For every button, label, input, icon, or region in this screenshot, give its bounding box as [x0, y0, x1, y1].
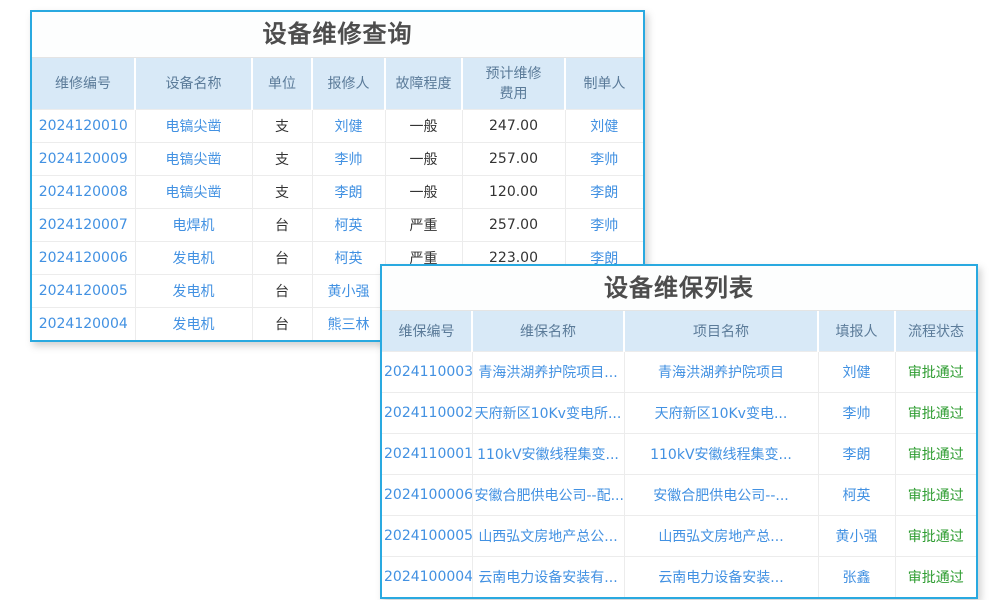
cell-link[interactable]: 李帅 [312, 142, 385, 175]
cell-link[interactable]: 电镐尖凿 [135, 142, 252, 175]
cell-link[interactable]: 电镐尖凿 [135, 109, 252, 142]
cell-link[interactable]: 110kV安徽线程集变... [624, 433, 818, 474]
column-header: 维修编号 [32, 58, 135, 109]
cell-link[interactable]: 安徽合肥供电公司--配... [472, 474, 624, 515]
cell-text: 一般 [385, 142, 462, 175]
cell-link[interactable]: 刘健 [565, 109, 643, 142]
cell-link[interactable]: 2024120008 [32, 175, 135, 208]
cell-link[interactable]: 2024110001 [382, 433, 472, 474]
cell-text: 257.00 [462, 208, 565, 241]
cell-link[interactable]: 2024120009 [32, 142, 135, 175]
column-header: 流程状态 [895, 311, 976, 351]
cell-text: 247.00 [462, 109, 565, 142]
cell-link[interactable]: 2024120006 [32, 241, 135, 274]
column-header: 制单人 [565, 58, 643, 109]
cell-link[interactable]: 李朗 [818, 433, 895, 474]
cell-status: 审批通过 [895, 392, 976, 433]
cell-link[interactable]: 黄小强 [818, 515, 895, 556]
column-header: 单位 [252, 58, 312, 109]
table-row: 2024120009电镐尖凿支李帅一般257.00李帅 [32, 142, 643, 175]
cell-link[interactable]: 2024120005 [32, 274, 135, 307]
cell-link[interactable]: 云南电力设备安装... [624, 556, 818, 597]
column-header: 预计维修 费用 [462, 58, 565, 109]
cell-text: 台 [252, 307, 312, 340]
table-row: 2024100004云南电力设备安装有...云南电力设备安装...张鑫审批通过 [382, 556, 976, 597]
cell-link[interactable]: 电焊机 [135, 208, 252, 241]
cell-text: 支 [252, 175, 312, 208]
maintenance-panel-title: 设备维保列表 [382, 266, 976, 311]
cell-link[interactable]: 2024100004 [382, 556, 472, 597]
cell-text: 一般 [385, 109, 462, 142]
cell-link[interactable]: 熊三林 [312, 307, 385, 340]
column-header: 报修人 [312, 58, 385, 109]
cell-link[interactable]: 青海洪湖养护院项目 [624, 351, 818, 392]
cell-status: 审批通过 [895, 515, 976, 556]
table-row: 2024100006安徽合肥供电公司--配...安徽合肥供电公司--...柯英审… [382, 474, 976, 515]
column-header: 项目名称 [624, 311, 818, 351]
column-header: 填报人 [818, 311, 895, 351]
cell-text: 支 [252, 142, 312, 175]
cell-link[interactable]: 柯英 [818, 474, 895, 515]
cell-link[interactable]: 刘健 [818, 351, 895, 392]
cell-link[interactable]: 2024110003 [382, 351, 472, 392]
table-header: 维修编号设备名称单位报修人故障程度预计维修 费用制单人 [32, 58, 643, 109]
column-header: 维保名称 [472, 311, 624, 351]
table-row: 2024100005山西弘文房地产总公...山西弘文房地产总...黄小强审批通过 [382, 515, 976, 556]
cell-text: 一般 [385, 175, 462, 208]
table-header: 维保编号维保名称项目名称填报人流程状态 [382, 311, 976, 351]
maintenance-list-panel: 设备维保列表 维保编号维保名称项目名称填报人流程状态2024110003青海洪湖… [380, 264, 978, 599]
cell-status: 审批通过 [895, 433, 976, 474]
table-row: 2024110003青海洪湖养护院项目...青海洪湖养护院项目刘健审批通过 [382, 351, 976, 392]
cell-link[interactable]: 发电机 [135, 307, 252, 340]
table-row: 2024110001110kV安徽线程集变...110kV安徽线程集变...李朗… [382, 433, 976, 474]
table-row: 2024120007电焊机台柯英严重257.00李帅 [32, 208, 643, 241]
cell-link[interactable]: 山西弘文房地产总公... [472, 515, 624, 556]
cell-link[interactable]: 刘健 [312, 109, 385, 142]
cell-link[interactable]: 青海洪湖养护院项目... [472, 351, 624, 392]
cell-link[interactable]: 黄小强 [312, 274, 385, 307]
cell-link[interactable]: 发电机 [135, 241, 252, 274]
cell-link[interactable]: 李帅 [565, 208, 643, 241]
cell-link[interactable]: 2024120007 [32, 208, 135, 241]
column-header: 维保编号 [382, 311, 472, 351]
table-row: 2024120008电镐尖凿支李朗一般120.00李朗 [32, 175, 643, 208]
cell-link[interactable]: 天府新区10Kv变电... [624, 392, 818, 433]
cell-text: 支 [252, 109, 312, 142]
cell-text: 台 [252, 241, 312, 274]
cell-link[interactable]: 2024120004 [32, 307, 135, 340]
repair-panel-title: 设备维修查询 [32, 12, 643, 58]
cell-link[interactable]: 2024120010 [32, 109, 135, 142]
cell-link[interactable]: 安徽合肥供电公司--... [624, 474, 818, 515]
cell-link[interactable]: 山西弘文房地产总... [624, 515, 818, 556]
cell-link[interactable]: 天府新区10Kv变电所... [472, 392, 624, 433]
cell-link[interactable]: 发电机 [135, 274, 252, 307]
cell-link[interactable]: 2024100006 [382, 474, 472, 515]
cell-status: 审批通过 [895, 556, 976, 597]
cell-link[interactable]: 柯英 [312, 208, 385, 241]
cell-link[interactable]: 李朗 [565, 175, 643, 208]
cell-text: 台 [252, 274, 312, 307]
cell-status: 审批通过 [895, 351, 976, 392]
cell-text: 严重 [385, 208, 462, 241]
cell-link[interactable]: 110kV安徽线程集变... [472, 433, 624, 474]
column-header: 故障程度 [385, 58, 462, 109]
cell-link[interactable]: 李朗 [312, 175, 385, 208]
cell-link[interactable]: 张鑫 [818, 556, 895, 597]
cell-link[interactable]: 柯英 [312, 241, 385, 274]
cell-link[interactable]: 云南电力设备安装有... [472, 556, 624, 597]
table-row: 2024110002天府新区10Kv变电所...天府新区10Kv变电...李帅审… [382, 392, 976, 433]
cell-status: 审批通过 [895, 474, 976, 515]
cell-text: 台 [252, 208, 312, 241]
cell-link[interactable]: 电镐尖凿 [135, 175, 252, 208]
maintenance-table: 维保编号维保名称项目名称填报人流程状态2024110003青海洪湖养护院项目..… [382, 311, 976, 597]
cell-link[interactable]: 李帅 [565, 142, 643, 175]
column-header: 设备名称 [135, 58, 252, 109]
cell-link[interactable]: 李帅 [818, 392, 895, 433]
cell-text: 120.00 [462, 175, 565, 208]
table-row: 2024120010电镐尖凿支刘健一般247.00刘健 [32, 109, 643, 142]
cell-link[interactable]: 2024110002 [382, 392, 472, 433]
cell-text: 257.00 [462, 142, 565, 175]
cell-link[interactable]: 2024100005 [382, 515, 472, 556]
